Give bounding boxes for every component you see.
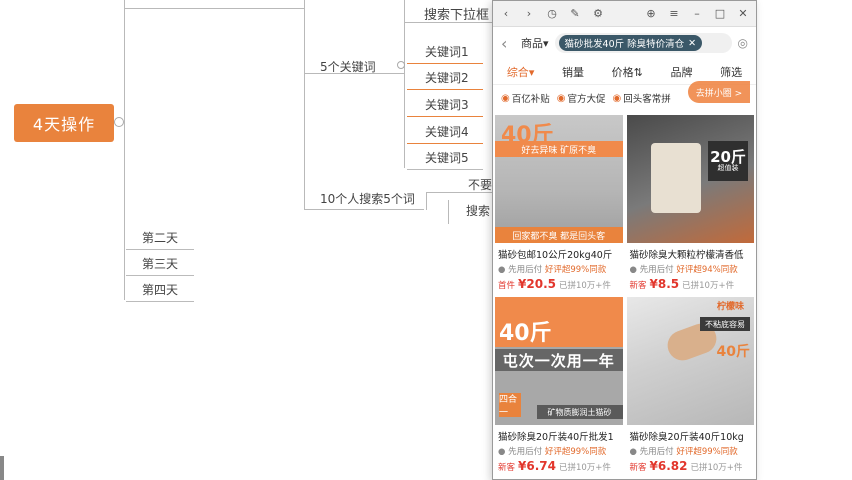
product-price: 新客 ¥6.74 已拼10万+件 (498, 459, 611, 473)
edit-icon[interactable]: ✎ (568, 7, 582, 20)
node-day-2[interactable]: 第二天 (126, 226, 194, 250)
search-chip-text: 猫砂批发40斤 除臭特价清仓 (564, 39, 685, 50)
product-title: 猫砂除臭20斤装40斤批发1 (498, 432, 614, 443)
product-price: 新客 ¥6.82 已拼10万+件 (629, 459, 743, 473)
product-card[interactable]: 20斤 超值装 猫砂除臭大颗粒柠檬清香低 ● 先用后付 好评超94%同款 新客 ¥… (626, 115, 754, 297)
product-grid: 40斤 好去异味 矿原不臭 回家都不臭 都是回头客 猫砂包邮10公斤20kg40… (493, 115, 756, 479)
product-price: 新客 ¥8.5 已拼10万+件 (629, 277, 735, 291)
node-five-keywords[interactable]: 5个关键词 (320, 58, 376, 75)
coin-icon: ◉ (501, 92, 510, 104)
node-dont[interactable]: 不要 (468, 176, 492, 193)
phone-mirror-window: ‹ › ◷ ✎ ⚙ ⊕ ≡ – □ ✕ ‹ 商品▾ 猫砂批发40斤 除臭特价清仓… (492, 0, 757, 480)
product-subtitle: ● 先用后付 好评超99%同款 (629, 447, 738, 457)
chevron-right-icon[interactable]: › (522, 7, 536, 20)
product-image: 40斤 好去异味 矿原不臭 回家都不臭 都是回头客 (495, 115, 623, 243)
product-card[interactable]: 40斤 好去异味 矿原不臭 回家都不臭 都是回头客 猫砂包邮10公斤20kg40… (495, 115, 623, 297)
search-bar: ‹ 商品▾ 猫砂批发40斤 除臭特价清仓 ✕ ◎ (493, 27, 756, 59)
sort-filter[interactable]: 筛选 (720, 64, 742, 80)
node-day-4[interactable]: 第四天 (126, 278, 194, 302)
search-input[interactable]: 猫砂批发40斤 除臭特价清仓 ✕ (554, 33, 732, 53)
category-select[interactable]: 商品▾ (521, 35, 549, 51)
minimize-icon[interactable]: – (690, 7, 704, 20)
sort-sales[interactable]: 销量 (562, 64, 584, 80)
node-keyword[interactable]: 关键词2 (407, 66, 483, 90)
promo-official[interactable]: ◉ 官方大促 (556, 91, 606, 106)
add-icon[interactable]: ⊕ (644, 7, 658, 20)
chevron-left-icon[interactable]: ‹ (499, 7, 513, 20)
product-card[interactable]: 40斤 屯次一次用一年 四合一 矿物质膨润土猫砂 猫砂除臭20斤装40斤批发1 … (495, 297, 623, 479)
floating-group-button[interactable]: 去拼小圈 > (688, 81, 750, 103)
product-title: 猫砂除臭20斤装40斤10kg (629, 432, 744, 443)
sort-price[interactable]: 价格⇅ (612, 64, 643, 80)
promo-subsidy[interactable]: ◉ 百亿补贴 (501, 91, 550, 106)
maximize-icon[interactable]: □ (713, 7, 727, 20)
product-image: 柠檬味 不粘底容易 40斤 (626, 297, 754, 425)
node-ten-people-search[interactable]: 10个人搜索5个词 (320, 190, 415, 207)
titlebar: ‹ › ◷ ✎ ⚙ ⊕ ≡ – □ ✕ (493, 1, 756, 27)
node-keyword[interactable]: 关键词1 (407, 40, 483, 64)
product-subtitle: ● 先用后付 好评超99%同款 (498, 447, 607, 457)
node-keyword[interactable]: 关键词4 (407, 120, 483, 144)
product-subtitle: ● 先用后付 好评超94%同款 (629, 265, 738, 275)
close-icon[interactable]: ✕ (736, 7, 750, 20)
promo-returning[interactable]: ◉ 回头客常拼 (612, 91, 671, 106)
search-chip[interactable]: 猫砂批发40斤 除臭特价清仓 ✕ (558, 35, 703, 51)
root-node[interactable]: 4天操作 (14, 104, 114, 142)
close-icon[interactable]: ✕ (688, 38, 696, 49)
refresh-icon[interactable]: ◷ (545, 7, 559, 20)
menu-icon[interactable]: ≡ (667, 7, 681, 20)
product-image: 40斤 屯次一次用一年 四合一 矿物质膨润土猫砂 (495, 297, 623, 425)
gift-icon: ◉ (556, 92, 566, 104)
product-title: 猫砂包邮10公斤20kg40斤 (498, 250, 613, 261)
product-title: 猫砂除臭大颗粒柠檬清香低 (629, 250, 744, 261)
category-label: 商品 (521, 37, 543, 50)
scrollbar[interactable] (0, 456, 4, 480)
node-search[interactable]: 搜索 (466, 202, 490, 219)
camera-icon[interactable]: ◎ (738, 36, 748, 50)
collapse-toggle[interactable] (114, 117, 124, 127)
sort-comprehensive[interactable]: 综合▾ (507, 64, 535, 80)
product-price: 首件 ¥20.5 已拼10万+件 (498, 277, 611, 291)
settings-icon[interactable]: ⚙ (591, 7, 605, 20)
store-icon: ◉ (612, 92, 622, 104)
product-card[interactable]: 柠檬味 不粘底容易 40斤 猫砂除臭20斤装40斤10kg ● 先用后付 好评超… (626, 297, 754, 479)
node-keyword[interactable]: 关键词3 (407, 93, 483, 117)
collapse-toggle[interactable] (397, 61, 405, 69)
back-icon[interactable]: ‹ (501, 34, 515, 53)
node-keyword[interactable]: 关键词5 (407, 146, 483, 170)
node-day-3[interactable]: 第三天 (126, 252, 194, 276)
product-image: 20斤 超值装 (626, 115, 754, 243)
node-search-dropdown[interactable]: 搜索下拉框 (424, 4, 489, 23)
product-subtitle: ● 先用后付 好评超99%同款 (498, 265, 607, 275)
sort-brand[interactable]: 品牌 (670, 64, 692, 80)
